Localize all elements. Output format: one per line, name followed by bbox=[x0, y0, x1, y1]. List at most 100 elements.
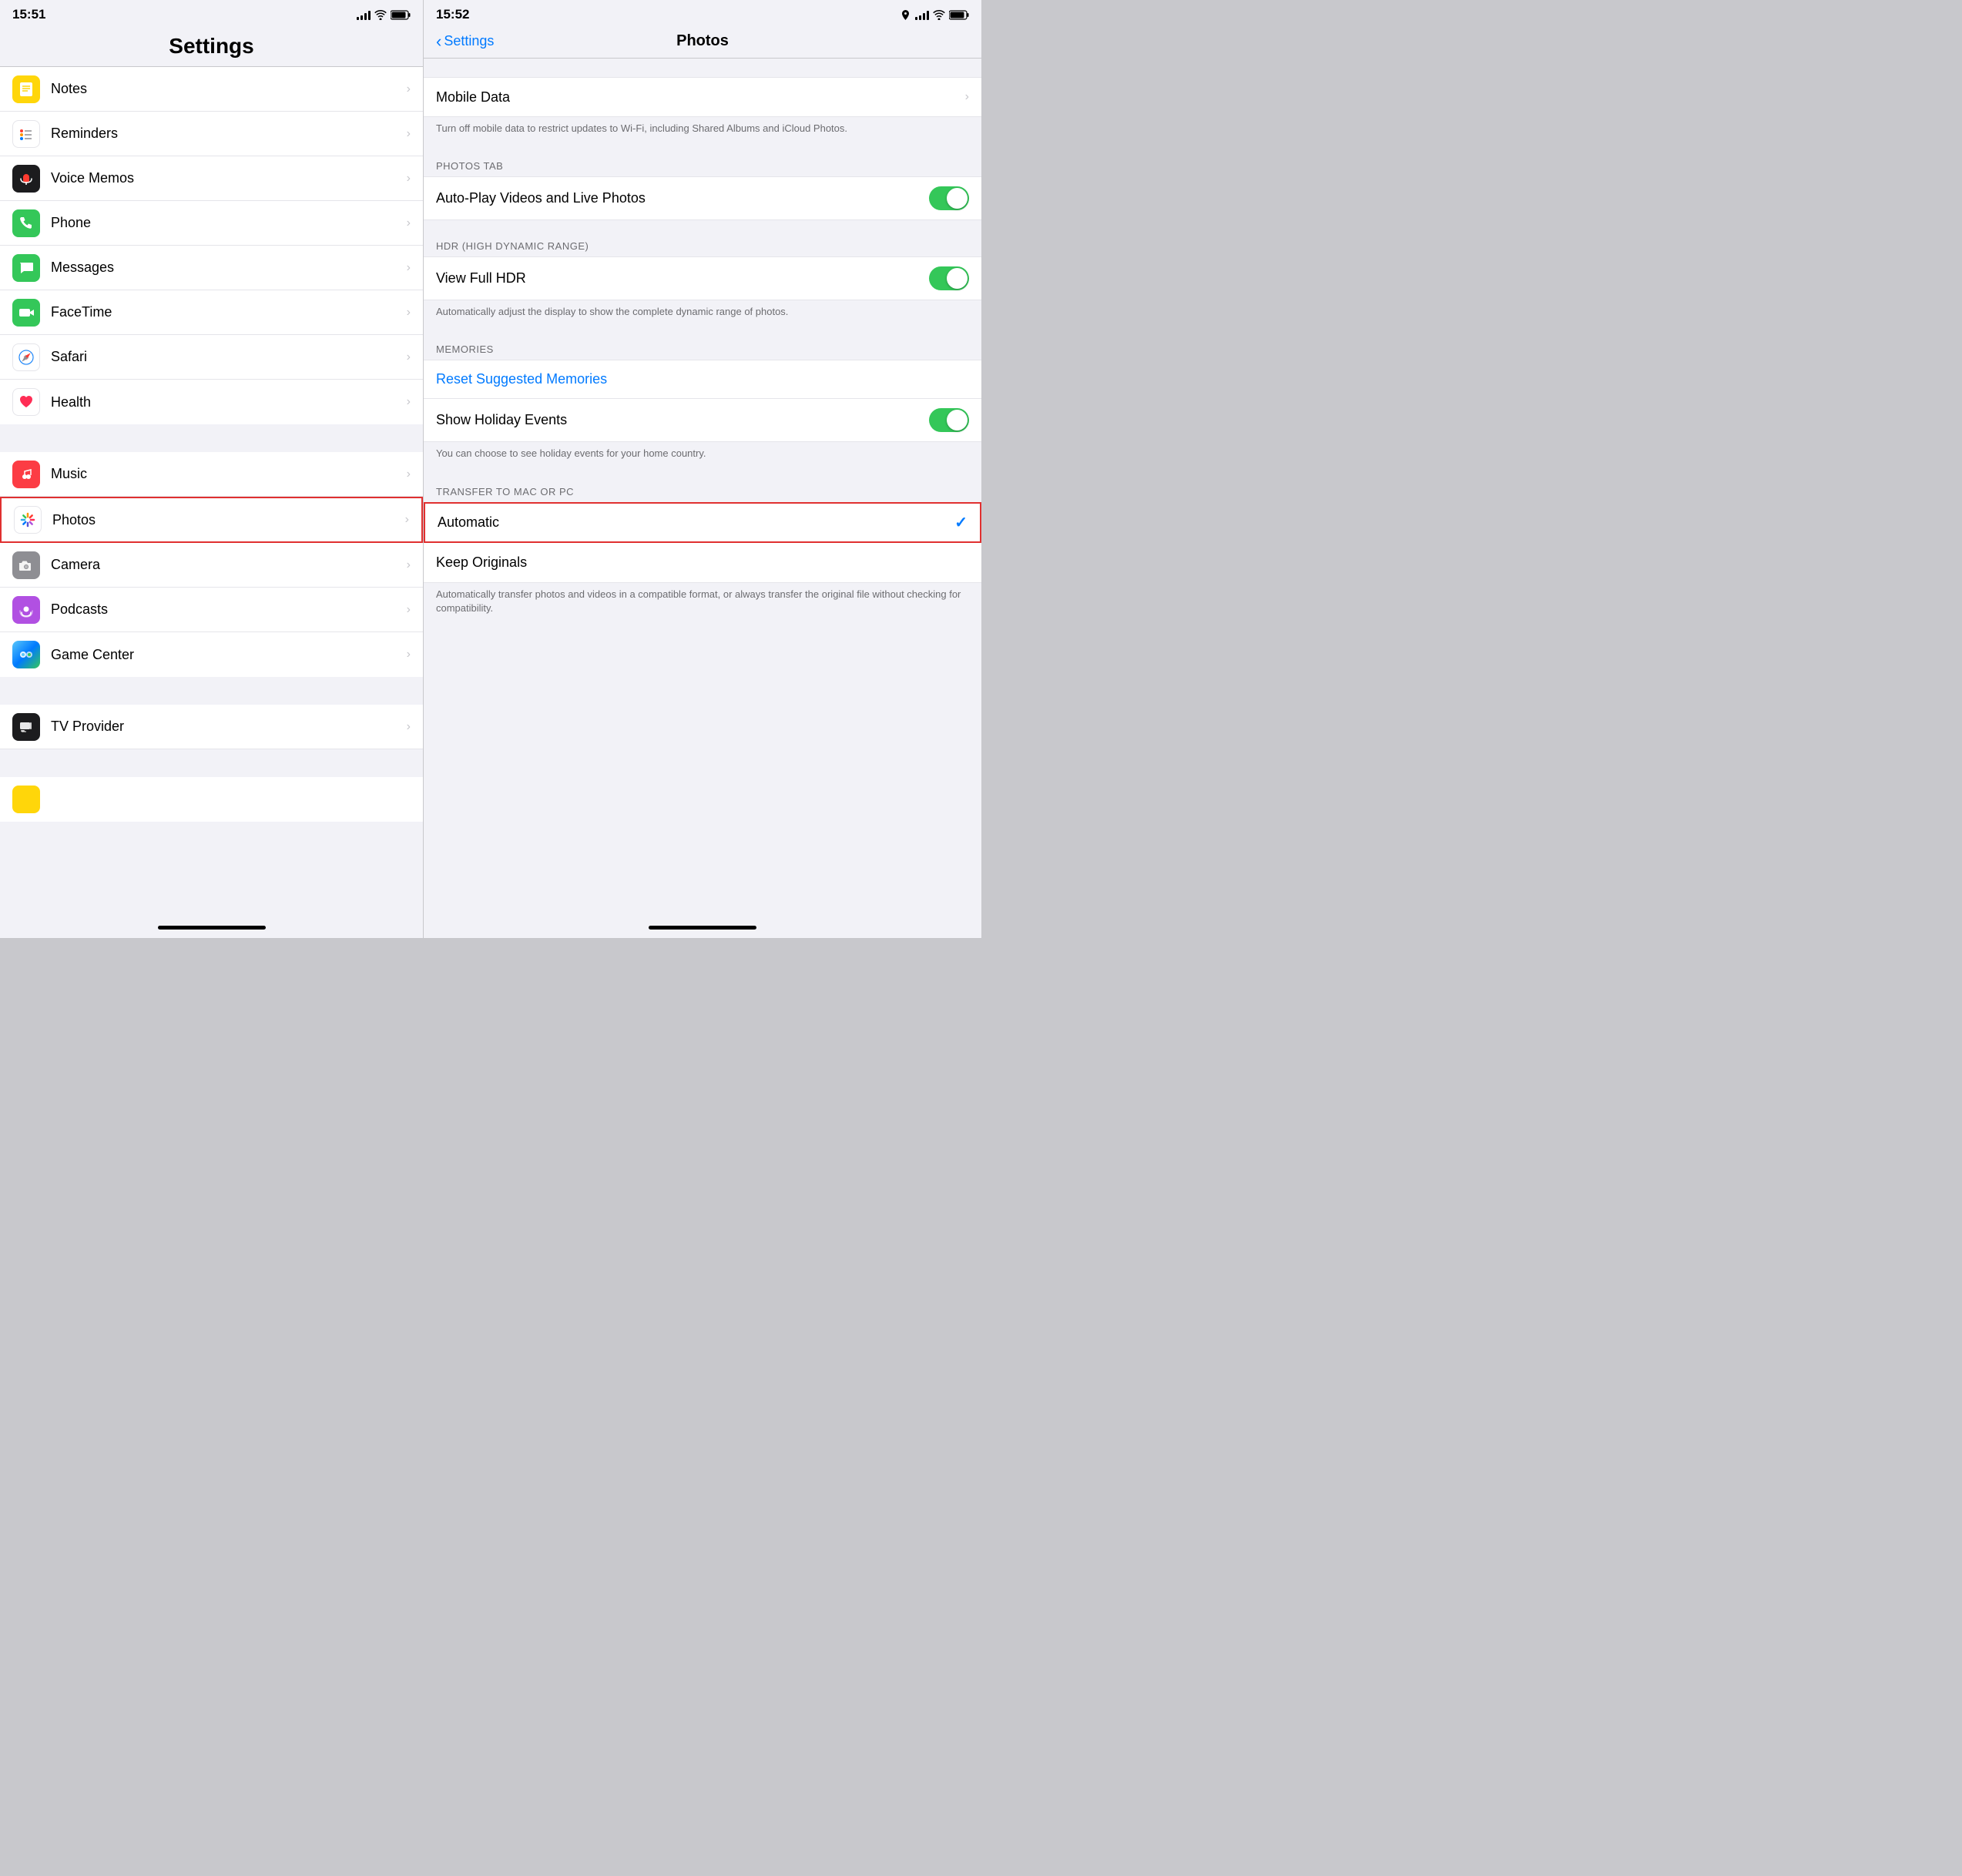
automatic-label: Automatic bbox=[438, 514, 954, 531]
wifi-icon bbox=[374, 10, 387, 20]
show-holidays-toggle[interactable] bbox=[929, 408, 969, 432]
safari-icon bbox=[12, 343, 40, 371]
right-signal-icon bbox=[915, 10, 929, 20]
memories-footer: You can choose to see holiday events for… bbox=[424, 442, 981, 471]
mobile-data-footer: Turn off mobile data to restrict updates… bbox=[424, 117, 981, 146]
notes-icon bbox=[12, 75, 40, 103]
reset-memories-cell[interactable]: Reset Suggested Memories bbox=[424, 360, 981, 399]
facetime-chevron: › bbox=[407, 306, 411, 320]
reset-memories-label: Reset Suggested Memories bbox=[436, 371, 607, 387]
settings-item-music[interactable]: Music › bbox=[0, 452, 423, 497]
music-label: Music bbox=[51, 466, 407, 482]
transfer-section: TRANSFER TO MAC OR PC Automatic ✓ Keep O… bbox=[424, 472, 981, 626]
autoplay-toggle-knob bbox=[947, 188, 968, 209]
health-chevron: › bbox=[407, 395, 411, 409]
settings-item-camera[interactable]: Camera › bbox=[0, 543, 423, 588]
hdr-cell[interactable]: View Full HDR bbox=[424, 256, 981, 300]
right-status-bar: 15:52 bbox=[424, 0, 981, 28]
transfer-header: TRANSFER TO MAC OR PC bbox=[424, 472, 981, 502]
hdr-toggle-knob bbox=[947, 268, 968, 289]
settings-item-tvprovider[interactable]: TV Provider › bbox=[0, 705, 423, 749]
camera-chevron: › bbox=[407, 558, 411, 572]
voicememos-chevron: › bbox=[407, 172, 411, 186]
settings-item-podcasts[interactable]: Podcasts › bbox=[0, 588, 423, 632]
left-status-bar: 15:51 bbox=[0, 0, 423, 28]
mobile-data-chevron: › bbox=[965, 90, 969, 104]
gamecenter-chevron: › bbox=[407, 648, 411, 662]
camera-icon bbox=[12, 551, 40, 579]
voicememos-icon bbox=[12, 165, 40, 193]
settings-item-photos[interactable]: Photos › bbox=[0, 497, 423, 543]
left-home-indicator bbox=[0, 916, 423, 938]
photos-label: Photos bbox=[52, 512, 405, 528]
hdr-toggle[interactable] bbox=[929, 266, 969, 290]
keep-originals-cell[interactable]: Keep Originals bbox=[424, 543, 981, 583]
right-status-icons bbox=[901, 10, 969, 20]
settings-group-2: Music › bbox=[0, 452, 423, 677]
autoplay-toggle[interactable] bbox=[929, 186, 969, 210]
right-wifi-icon bbox=[933, 10, 945, 20]
health-label: Health bbox=[51, 394, 407, 410]
hdr-label: View Full HDR bbox=[436, 270, 929, 286]
settings-item-safari[interactable]: Safari › bbox=[0, 335, 423, 380]
settings-item-partial[interactable] bbox=[0, 777, 423, 822]
right-location-icon bbox=[901, 10, 910, 20]
podcasts-chevron: › bbox=[407, 603, 411, 617]
gamecenter-icon bbox=[12, 641, 40, 668]
nav-back-label: Settings bbox=[444, 33, 494, 49]
tvprovider-chevron: › bbox=[407, 720, 411, 734]
hdr-header: HDR (HIGH DYNAMIC RANGE) bbox=[424, 226, 981, 256]
podcasts-label: Podcasts bbox=[51, 601, 407, 618]
facetime-label: FaceTime bbox=[51, 304, 407, 320]
show-holidays-label: Show Holiday Events bbox=[436, 412, 929, 428]
notes-chevron: › bbox=[407, 82, 411, 96]
settings-item-messages[interactable]: Messages › bbox=[0, 246, 423, 290]
show-holidays-cell[interactable]: Show Holiday Events bbox=[424, 399, 981, 442]
safari-chevron: › bbox=[407, 350, 411, 364]
automatic-cell[interactable]: Automatic ✓ bbox=[424, 502, 981, 543]
settings-item-gamecenter[interactable]: Game Center › bbox=[0, 632, 423, 677]
phone-label: Phone bbox=[51, 215, 407, 231]
photos-content: Mobile Data › Turn off mobile data to re… bbox=[424, 59, 981, 916]
settings-group-1: Notes › Reminders › bbox=[0, 67, 423, 424]
settings-list-panel: 15:51 Settings bbox=[0, 0, 424, 938]
settings-header: Settings bbox=[0, 28, 423, 67]
nav-back-button[interactable]: ‹ Settings bbox=[436, 32, 494, 52]
separator-2 bbox=[0, 677, 423, 705]
transfer-footer: Automatically transfer photos and videos… bbox=[424, 583, 981, 626]
settings-item-health[interactable]: Health › bbox=[0, 380, 423, 424]
settings-item-facetime[interactable]: FaceTime › bbox=[0, 290, 423, 335]
left-home-bar bbox=[158, 926, 266, 930]
tvprovider-label: TV Provider bbox=[51, 719, 407, 735]
signal-icon bbox=[357, 10, 371, 20]
memories-section: MEMORIES Reset Suggested Memories Show H… bbox=[424, 330, 981, 471]
settings-list: Notes › Reminders › bbox=[0, 67, 423, 916]
photos-tab-section: PHOTOS TAB Auto-Play Videos and Live Pho… bbox=[424, 146, 981, 226]
mobile-data-label: Mobile Data bbox=[436, 89, 965, 106]
facetime-icon bbox=[12, 299, 40, 327]
reminders-icon bbox=[12, 120, 40, 148]
settings-item-voicememos[interactable]: Voice Memos › bbox=[0, 156, 423, 201]
photos-nav-bar: ‹ Settings Photos bbox=[424, 28, 981, 59]
settings-item-phone[interactable]: Phone › bbox=[0, 201, 423, 246]
photos-tab-header: PHOTOS TAB bbox=[424, 146, 981, 176]
music-chevron: › bbox=[407, 467, 411, 481]
mobile-data-cell[interactable]: Mobile Data › bbox=[424, 77, 981, 117]
left-status-icons bbox=[357, 10, 411, 20]
settings-item-reminders[interactable]: Reminders › bbox=[0, 112, 423, 156]
photos-nav-title: Photos bbox=[676, 32, 729, 50]
autoplay-cell[interactable]: Auto-Play Videos and Live Photos bbox=[424, 176, 981, 220]
phone-icon bbox=[12, 209, 40, 237]
tvprovider-icon bbox=[12, 713, 40, 741]
memories-header: MEMORIES bbox=[424, 330, 981, 360]
photos-icon bbox=[14, 506, 42, 534]
spacer-2 bbox=[424, 220, 981, 226]
camera-label: Camera bbox=[51, 557, 407, 573]
settings-item-notes[interactable]: Notes › bbox=[0, 67, 423, 112]
nav-back-chevron: ‹ bbox=[436, 32, 441, 52]
separator-1 bbox=[0, 424, 423, 452]
automatic-checkmark: ✓ bbox=[954, 513, 968, 532]
health-icon bbox=[12, 388, 40, 416]
spacer-1 bbox=[424, 59, 981, 77]
autoplay-label: Auto-Play Videos and Live Photos bbox=[436, 190, 929, 206]
